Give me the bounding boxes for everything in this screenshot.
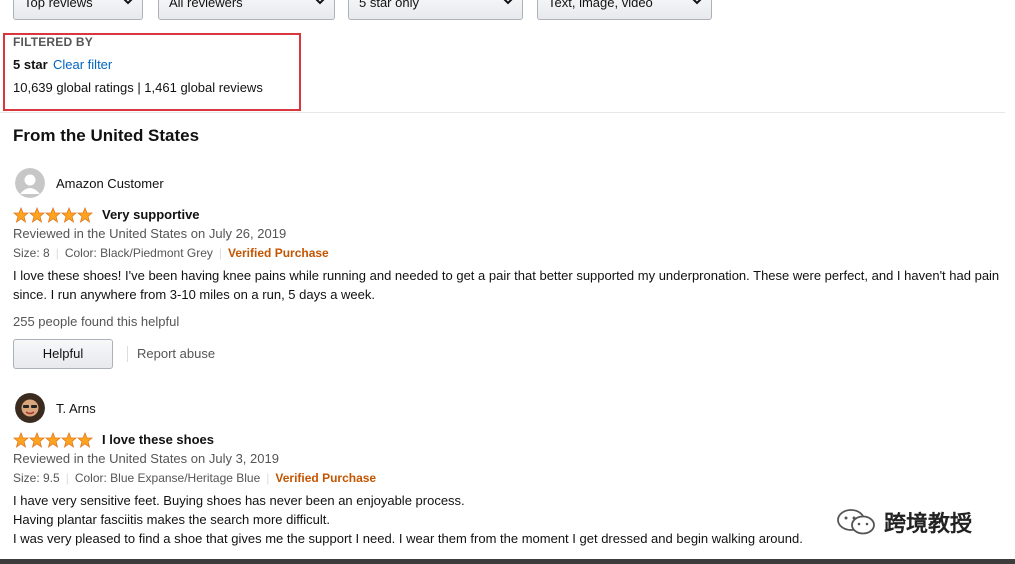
star-dropdown[interactable]: 5 star only	[348, 0, 523, 20]
reviewer-name[interactable]: Amazon Customer	[56, 176, 164, 191]
ratings-count: 10,639 global ratings | 1,461 global rev…	[13, 80, 263, 95]
sort-dropdown[interactable]: Top reviews	[13, 0, 143, 20]
report-abuse-link[interactable]: Report abuse	[137, 346, 215, 361]
review-date: Reviewed in the United States on July 26…	[13, 226, 287, 241]
review-title[interactable]: I love these shoes	[102, 432, 214, 447]
avatar	[15, 393, 45, 423]
wechat-icon	[836, 508, 878, 536]
format-dropdown[interactable]: Text, image, video	[537, 0, 712, 20]
variant-color[interactable]: Color: Blue Expanse/Heritage Blue	[75, 471, 260, 485]
clear-filter-link[interactable]: Clear filter	[53, 57, 112, 72]
review-body: I love these shoes! I've been having kne…	[13, 268, 1000, 302]
variant-info: Size: 9.5 | Color: Blue Expanse/Heritage B…	[13, 471, 377, 485]
helpful-count: 255 people found this helpful	[13, 314, 180, 329]
review-title[interactable]: Very supportive	[102, 207, 200, 222]
variant-size[interactable]: Size: 8	[13, 246, 50, 260]
watermark-text: 跨境教授	[884, 512, 973, 537]
chevron-down-icon	[314, 0, 326, 7]
filtered-by-label: FILTERED BY	[13, 35, 93, 49]
bottom-bar	[0, 559, 1015, 564]
avatar	[15, 168, 45, 198]
star-dropdown-label: 5 star only	[359, 0, 419, 10]
review-date: Reviewed in the United States on July 3,…	[13, 451, 279, 466]
helpful-button[interactable]: Helpful	[13, 339, 113, 369]
five-stars-icon	[13, 432, 93, 448]
chevron-down-icon	[502, 0, 514, 7]
star-rating[interactable]	[13, 432, 93, 448]
chevron-down-icon	[122, 0, 134, 7]
verified-purchase-badge: Verified Purchase	[275, 471, 377, 485]
variant-info: Size: 8 | Color: Black/Piedmont Grey | Verif…	[13, 246, 329, 260]
section-divider	[0, 112, 1005, 113]
section-title: From the United States	[13, 126, 200, 145]
chevron-down-icon	[691, 0, 703, 7]
variant-size[interactable]: Size: 9.5	[13, 471, 60, 485]
five-stars-icon	[13, 207, 93, 223]
reviewer-dropdown[interactable]: All reviewers	[158, 0, 335, 20]
sort-dropdown-label: Top reviews	[24, 0, 93, 10]
active-star-filter: 5 star	[13, 57, 48, 72]
action-divider	[127, 346, 128, 362]
reviewer-dropdown-label: All reviewers	[169, 0, 243, 10]
variant-color[interactable]: Color: Black/Piedmont Grey	[65, 246, 213, 260]
verified-purchase-badge: Verified Purchase	[228, 246, 329, 260]
format-dropdown-label: Text, image, video	[548, 0, 653, 10]
reviewer-name[interactable]: T. Arns	[56, 401, 96, 416]
star-rating[interactable]	[13, 207, 93, 223]
